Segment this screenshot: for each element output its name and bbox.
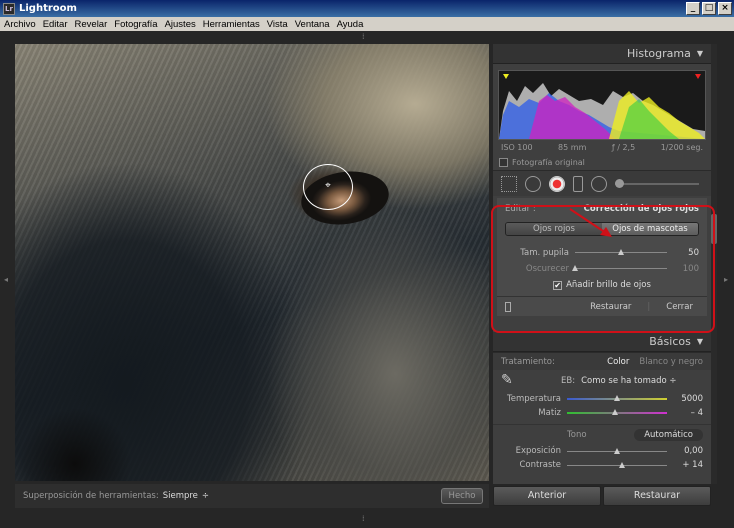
menu-herramientas[interactable]: Herramientas xyxy=(203,19,260,30)
treatment-color-button[interactable]: Color xyxy=(607,357,629,367)
white-balance-row: ✎ EB: Como se ha tomado ÷ xyxy=(493,370,711,392)
basics-title: Básicos xyxy=(649,335,691,348)
maximize-icon[interactable]: □ xyxy=(702,2,716,15)
treatment-label: Tratamiento: xyxy=(501,356,555,367)
app-icon: Lr xyxy=(3,2,15,15)
menu-ventana[interactable]: Ventana xyxy=(295,19,330,30)
wb-select[interactable]: Como se ha tomado ÷ xyxy=(581,376,676,386)
tint-thumb[interactable] xyxy=(612,409,618,415)
graduated-filter-icon[interactable] xyxy=(573,175,583,192)
tint-value: – 4 xyxy=(690,408,703,418)
minimize-icon[interactable]: _ xyxy=(686,2,700,15)
top-panel-toggle-icon[interactable]: ⁞ xyxy=(362,32,365,41)
collapse-icon[interactable]: ▼ xyxy=(697,49,703,58)
bottom-panel-toggle-icon[interactable]: ⁞ xyxy=(362,514,365,523)
histogram-svg xyxy=(499,74,705,139)
tone-row: Tono Automático xyxy=(493,424,711,444)
contrast-label: Contraste xyxy=(519,460,561,470)
original-photo-label: Fotografía original xyxy=(512,158,585,167)
contrast-value: + 14 xyxy=(682,460,703,470)
original-photo-row[interactable]: Fotografía original xyxy=(493,155,711,170)
menu-bar: Archivo Editar Revelar Fotografía Ajuste… xyxy=(0,17,734,31)
temperature-thumb[interactable] xyxy=(614,395,620,401)
menu-vista[interactable]: Vista xyxy=(267,19,288,30)
focal-value: 85 mm xyxy=(558,143,587,152)
bottom-buttons: Anterior Restaurar xyxy=(493,486,711,506)
aperture-value: ƒ / 2,5 xyxy=(611,143,636,152)
adjustment-brush-icon[interactable] xyxy=(591,175,607,192)
contrast-track[interactable] xyxy=(567,461,667,468)
histogram-header[interactable]: Histograma ▼ xyxy=(493,44,711,64)
previous-button[interactable]: Anterior xyxy=(493,486,601,506)
done-button[interactable]: Hecho xyxy=(441,488,483,504)
iso-value: ISO 100 xyxy=(501,143,533,152)
treatment-row: Tratamiento: Color Blanco y negro xyxy=(493,352,711,370)
tool-strip xyxy=(493,170,711,196)
spot-removal-icon[interactable] xyxy=(525,175,541,192)
tone-label: Tono xyxy=(567,429,587,440)
eyedropper-icon[interactable]: ✎ xyxy=(501,373,517,389)
redeye-icon[interactable] xyxy=(549,175,565,192)
basics-section: Básicos ▼ Tratamiento: Color Blanco y ne… xyxy=(493,332,711,472)
reset-button[interactable]: Restaurar xyxy=(603,486,711,506)
temperature-track[interactable] xyxy=(567,395,667,401)
tool-overlay-select[interactable]: Siempre xyxy=(163,491,198,501)
exif-row: ISO 100 85 mm ƒ / 2,5 1/200 seg. xyxy=(493,140,711,155)
tint-label: Matiz xyxy=(538,408,561,418)
collapse-icon[interactable]: ▼ xyxy=(697,337,703,346)
tool-overlay-bar: Superposición de herramientas: Siempre ÷… xyxy=(15,484,489,508)
wb-label: EB: xyxy=(561,376,576,386)
exposure-slider[interactable]: Exposición 0,00 xyxy=(493,444,711,458)
window-controls: _ □ × xyxy=(686,2,732,15)
shutter-value: 1/200 seg. xyxy=(660,143,703,152)
right-panel-toggle-icon[interactable]: ▸ xyxy=(724,275,728,284)
annotation-arrow-icon xyxy=(569,208,612,237)
exposure-label: Exposición xyxy=(515,446,561,456)
photo-canvas[interactable]: ⌖ xyxy=(15,44,489,481)
temperature-label: Temperatura xyxy=(506,394,561,404)
exposure-track[interactable] xyxy=(567,447,667,454)
close-icon[interactable]: × xyxy=(718,2,732,15)
left-panel-toggle-icon[interactable]: ◂ xyxy=(4,275,8,284)
treatment-bw-button[interactable]: Blanco y negro xyxy=(639,357,703,367)
histogram-title: Histograma xyxy=(627,47,691,60)
tint-slider[interactable]: Matiz – 4 xyxy=(493,406,711,420)
auto-tone-button[interactable]: Automático xyxy=(634,428,703,441)
crop-icon[interactable] xyxy=(501,175,517,192)
exposure-value: 0,00 xyxy=(684,446,703,456)
original-photo-checkbox[interactable] xyxy=(499,158,508,167)
exposure-thumb[interactable] xyxy=(614,447,620,454)
contrast-slider[interactable]: Contraste + 14 xyxy=(493,458,711,472)
tool-overlay-label: Superposición de herramientas: xyxy=(23,491,159,501)
menu-editar[interactable]: Editar xyxy=(43,19,68,30)
contrast-thumb[interactable] xyxy=(619,461,625,468)
menu-archivo[interactable]: Archivo xyxy=(4,19,36,30)
histogram-graph xyxy=(498,70,706,140)
temperature-value: 5000 xyxy=(681,394,703,404)
title-bar: Lr Lightroom _ □ × xyxy=(0,0,734,17)
crosshair-icon: ⌖ xyxy=(325,180,331,191)
select-arrows-icon[interactable]: ÷ xyxy=(202,491,209,501)
menu-fotografia[interactable]: Fotografía xyxy=(114,19,157,30)
window-title: Lightroom xyxy=(19,3,77,14)
menu-revelar[interactable]: Revelar xyxy=(75,19,108,30)
basics-header[interactable]: Básicos ▼ xyxy=(493,332,711,352)
menu-ajustes[interactable]: Ajustes xyxy=(165,19,196,30)
tint-track[interactable] xyxy=(567,409,667,415)
tool-size-slider[interactable] xyxy=(615,178,699,188)
menu-ayuda[interactable]: Ayuda xyxy=(337,19,364,30)
temperature-slider[interactable]: Temperatura 5000 xyxy=(493,392,711,406)
